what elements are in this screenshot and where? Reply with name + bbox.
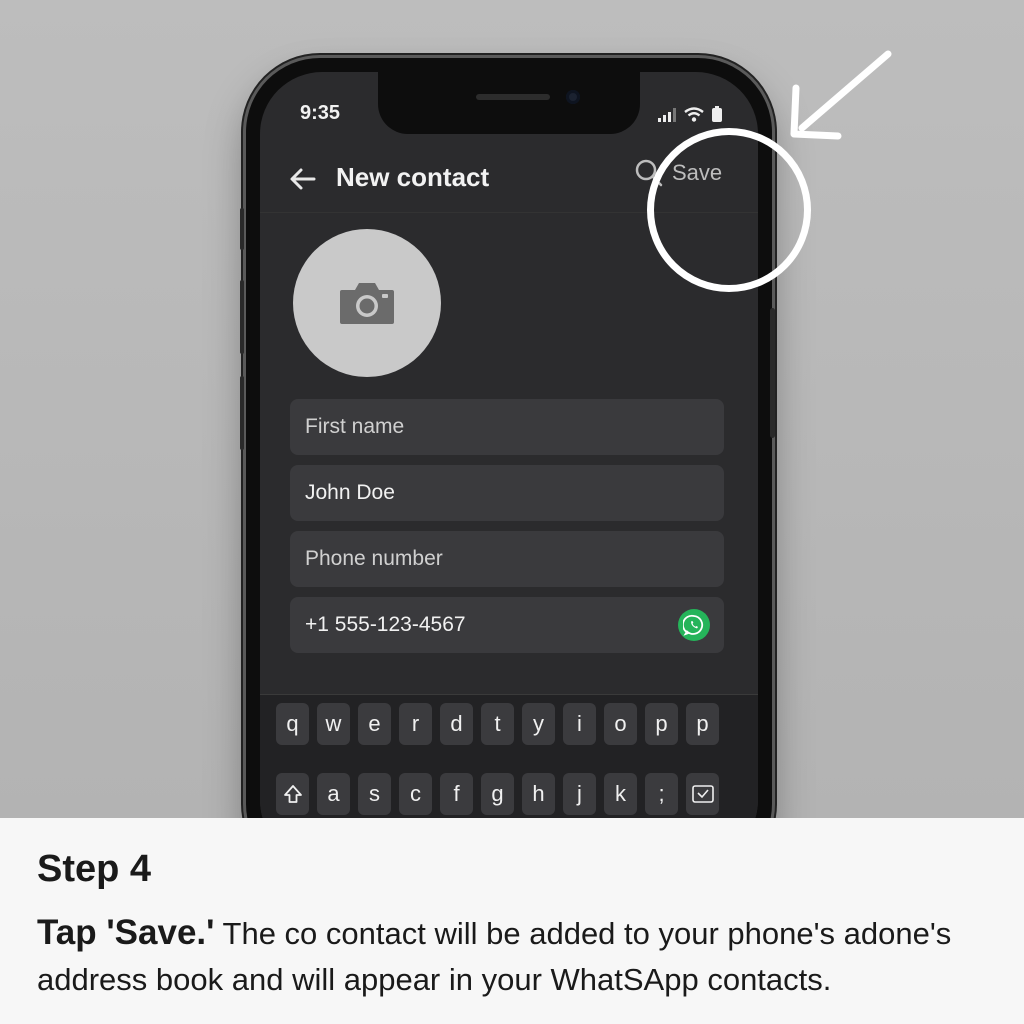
signal-icon (658, 108, 676, 122)
pointer-arrow (790, 50, 892, 140)
first-name-field[interactable]: First name (290, 399, 724, 455)
key[interactable]: w (317, 703, 350, 745)
key[interactable]: p (645, 703, 678, 745)
key[interactable]: k (604, 773, 637, 815)
key[interactable]: q (276, 703, 309, 745)
key[interactable]: r (399, 703, 432, 745)
step-description: Tap 'Save.' The co contact will be added… (37, 910, 1017, 1003)
key[interactable]: o (604, 703, 637, 745)
notch (378, 72, 640, 134)
step-instruction: Tap 'Save.' (37, 913, 215, 952)
back-arrow-icon (290, 168, 316, 190)
key[interactable]: c (399, 773, 432, 815)
status-time: 9:35 (300, 102, 341, 124)
emoji-icon (691, 785, 714, 803)
whatsapp-glyph (683, 614, 704, 636)
key[interactable]: s (358, 773, 391, 815)
key[interactable]: e (358, 703, 391, 745)
key[interactable]: h (522, 773, 555, 815)
highlight-circle (647, 128, 811, 292)
page-title: New contact (336, 162, 490, 192)
phone-volume-down (240, 376, 244, 450)
key[interactable]: y (522, 703, 555, 745)
wifi-icon (684, 107, 704, 122)
keyboard: qwerdtyiopp a s c f g h j k; (260, 694, 758, 818)
phone-number-field[interactable]: Phone number (290, 531, 724, 587)
key[interactable]: a (317, 773, 350, 815)
step-label: Step 4 (37, 848, 152, 890)
key[interactable]: f (440, 773, 473, 815)
illustration-area: 9:35 New contact Save First name John Do… (0, 0, 1024, 818)
shift-icon (283, 785, 302, 803)
key[interactable]: j (563, 773, 596, 815)
back-button[interactable] (286, 162, 320, 196)
key[interactable]: i (563, 703, 596, 745)
front-camera (566, 90, 580, 104)
battery-icon (712, 106, 722, 122)
whatsapp-icon (678, 609, 710, 641)
earpiece (476, 94, 550, 100)
add-photo-button[interactable] (293, 229, 441, 377)
phone-power-button (770, 308, 775, 438)
key[interactable]: g (481, 773, 514, 815)
camera-icon (340, 283, 394, 324)
key[interactable]: d (440, 703, 473, 745)
emoji-key[interactable] (686, 773, 719, 815)
phone-value-field[interactable]: +1 555-123-4567 (290, 597, 724, 653)
key[interactable]: t (481, 703, 514, 745)
name-field[interactable]: John Doe (290, 465, 724, 521)
phone-volume-up (240, 280, 244, 354)
key[interactable]: p (686, 703, 719, 745)
status-icons (658, 102, 722, 122)
key[interactable]: ; (645, 773, 678, 815)
phone-mute-switch (240, 208, 244, 250)
phone-value: +1 555-123-4567 (305, 613, 466, 636)
caption-panel: Step 4 Tap 'Save.' The co contact will b… (0, 818, 1024, 1024)
shift-key[interactable] (276, 773, 309, 815)
